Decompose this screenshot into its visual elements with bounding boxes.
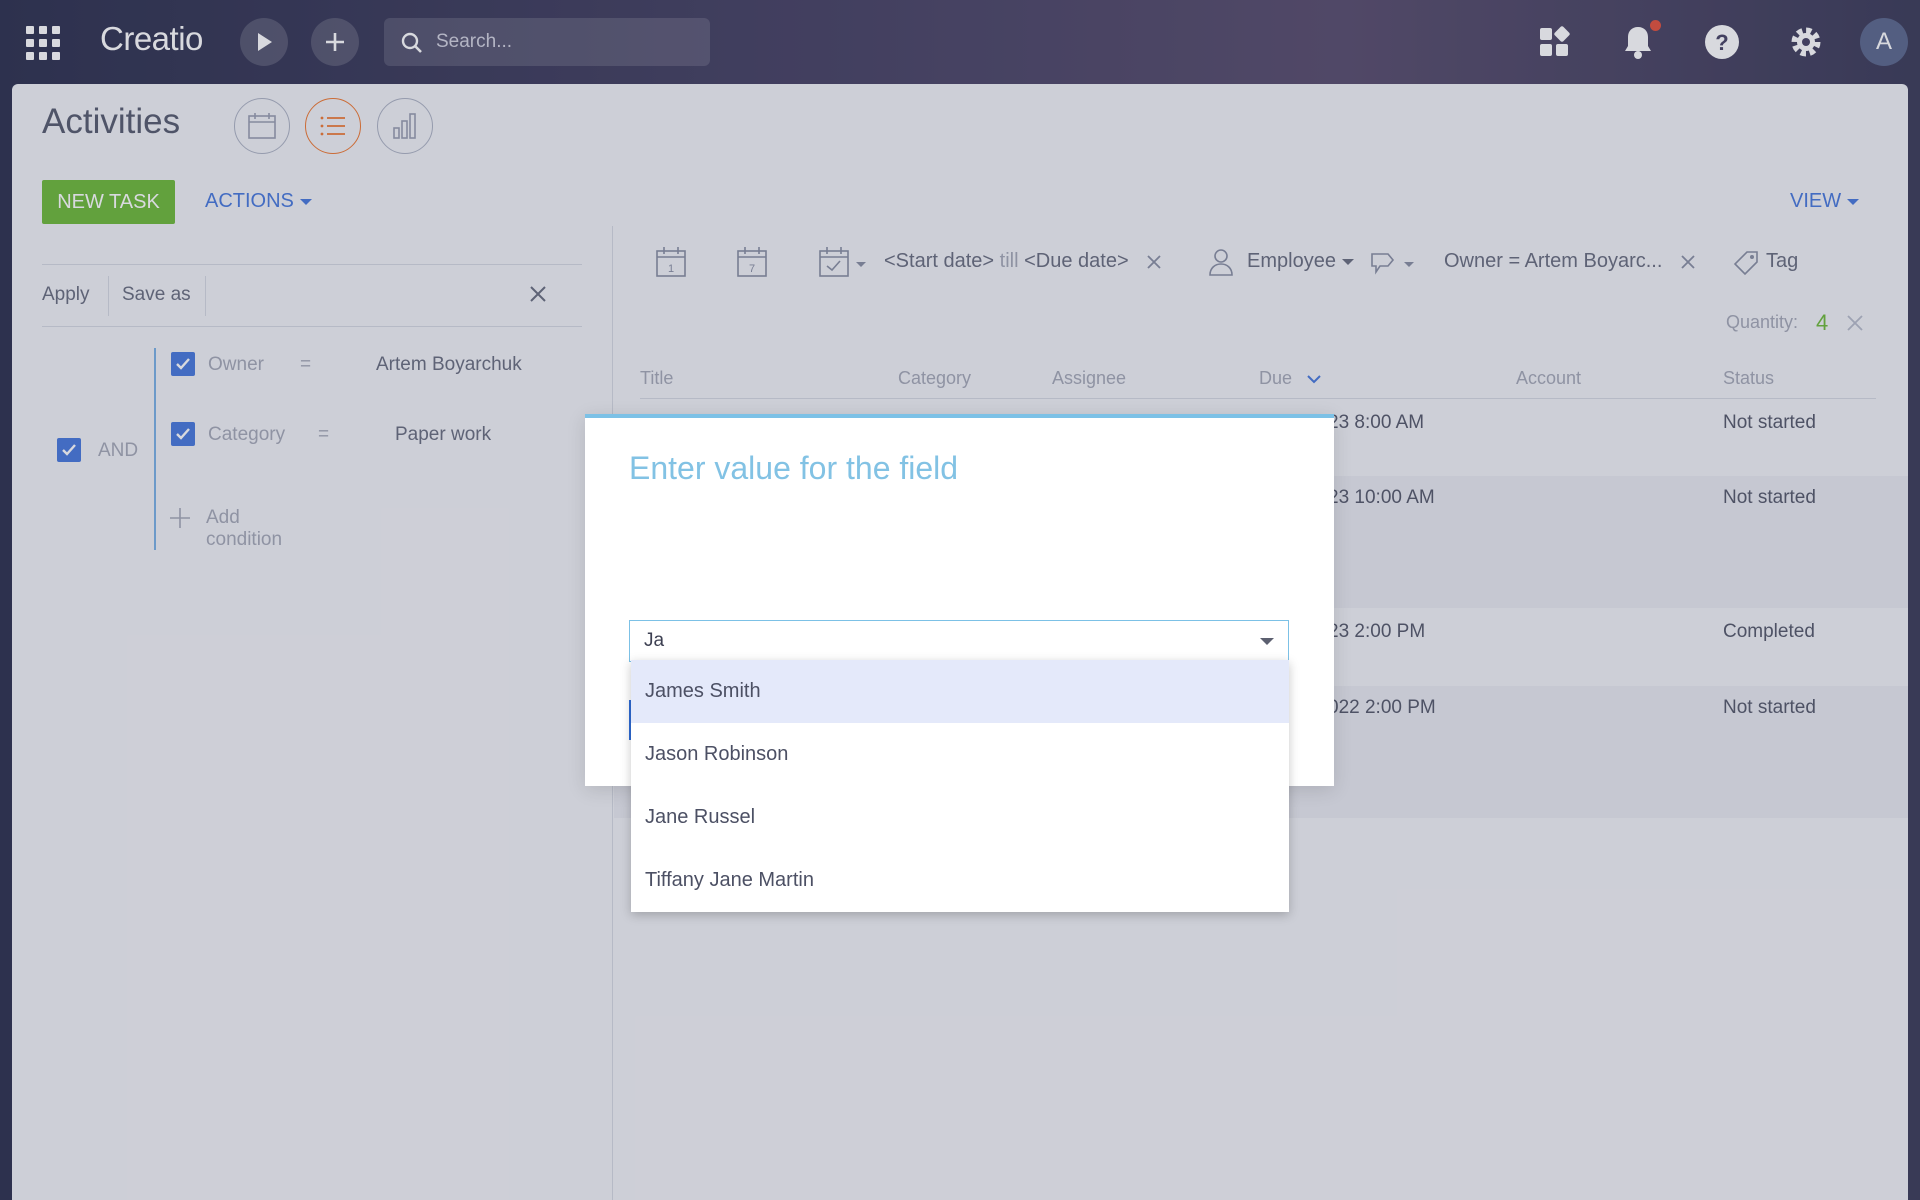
list-item-label: Jason Robinson <box>645 743 789 765</box>
lookup-input-value: Ja <box>644 630 665 651</box>
lookup-dropdown-list: James Smith Jason Robinson Jane Russel T… <box>631 660 1289 912</box>
dropdown-arrow-icon[interactable] <box>1260 638 1274 645</box>
lookup-input[interactable]: Ja <box>629 620 1289 662</box>
dialog-title: Enter value for the field <box>629 450 959 486</box>
list-item[interactable]: James Smith <box>631 660 1289 723</box>
list-item-label: Jane Russel <box>645 806 756 828</box>
list-item[interactable]: Tiffany Jane Martin <box>631 849 1289 912</box>
list-item[interactable]: Jane Russel <box>631 786 1289 849</box>
list-item-label: James Smith <box>645 680 761 702</box>
list-item[interactable]: Jason Robinson <box>631 723 1289 786</box>
list-item-label: Tiffany Jane Martin <box>645 869 814 891</box>
